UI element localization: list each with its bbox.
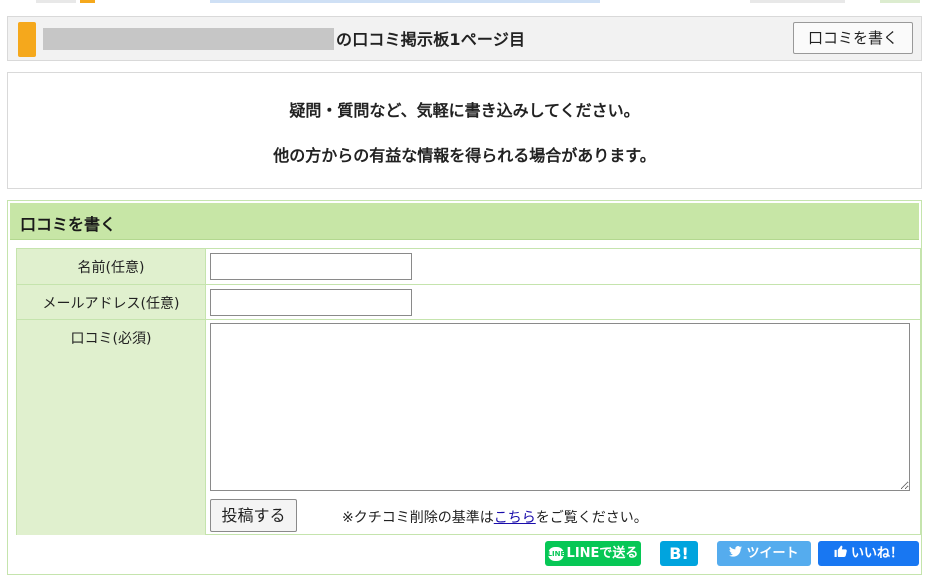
tweet-button[interactable]: ツイート: [717, 541, 811, 566]
line-icon: LINE: [547, 546, 565, 561]
comment-textarea[interactable]: [210, 323, 910, 491]
redacted-product-name: [43, 28, 334, 50]
intro-text-2: 他の方からの有益な情報を得られる場合があります。: [273, 146, 656, 165]
comment-label: 口コミ(必須): [17, 320, 206, 535]
email-label: メールアドレス(任意): [17, 285, 206, 319]
top-strip: [0, 0, 935, 4]
name-input[interactable]: [210, 253, 412, 280]
name-label: 名前(任意): [17, 249, 206, 284]
intro-box: 疑問・質問など、気軽に書き込みしてください。 他の方からの有益な情報を得られる場…: [7, 72, 922, 189]
submit-button[interactable]: 投稿する: [210, 499, 297, 532]
board-title-box: の口コミ掲示板1ページ目 口コミを書く: [7, 16, 922, 61]
title-accent-bar: [18, 22, 36, 57]
share-buttons: LINELINEで送る B! ツイート いいね！: [8, 541, 921, 569]
page-title: の口コミ掲示板1ページ目: [336, 30, 526, 49]
facebook-like-button[interactable]: いいね！: [818, 541, 919, 566]
review-form: 口コミを書く 名前(任意) メールアドレス(任意) 口コミ(必須) 投稿する ※…: [7, 200, 922, 575]
line-share-button[interactable]: LINELINEで送る: [545, 541, 641, 566]
hatena-bookmark-button[interactable]: B!: [660, 541, 698, 566]
name-row: 名前(任意): [17, 249, 920, 285]
form-table: 名前(任意) メールアドレス(任意) 口コミ(必須) 投稿する ※クチコミ削除の…: [16, 248, 921, 535]
thumbs-up-icon: [834, 541, 847, 566]
email-input[interactable]: [210, 289, 412, 316]
email-row: メールアドレス(任意): [17, 285, 920, 320]
form-header-title: 口コミを書く: [20, 215, 117, 234]
deletion-policy-link[interactable]: こちら: [494, 510, 536, 526]
comment-row: 口コミ(必須) 投稿する ※クチコミ削除の基準はこちらをご覧ください。: [17, 320, 920, 535]
intro-text-1: 疑問・質問など、気軽に書き込みしてください。: [289, 101, 640, 120]
form-header: 口コミを書く: [10, 203, 919, 240]
twitter-bird-icon: [729, 541, 743, 566]
write-review-button[interactable]: 口コミを書く: [793, 22, 913, 54]
deletion-policy-note: ※クチコミ削除の基準はこちらをご覧ください。: [342, 510, 648, 526]
